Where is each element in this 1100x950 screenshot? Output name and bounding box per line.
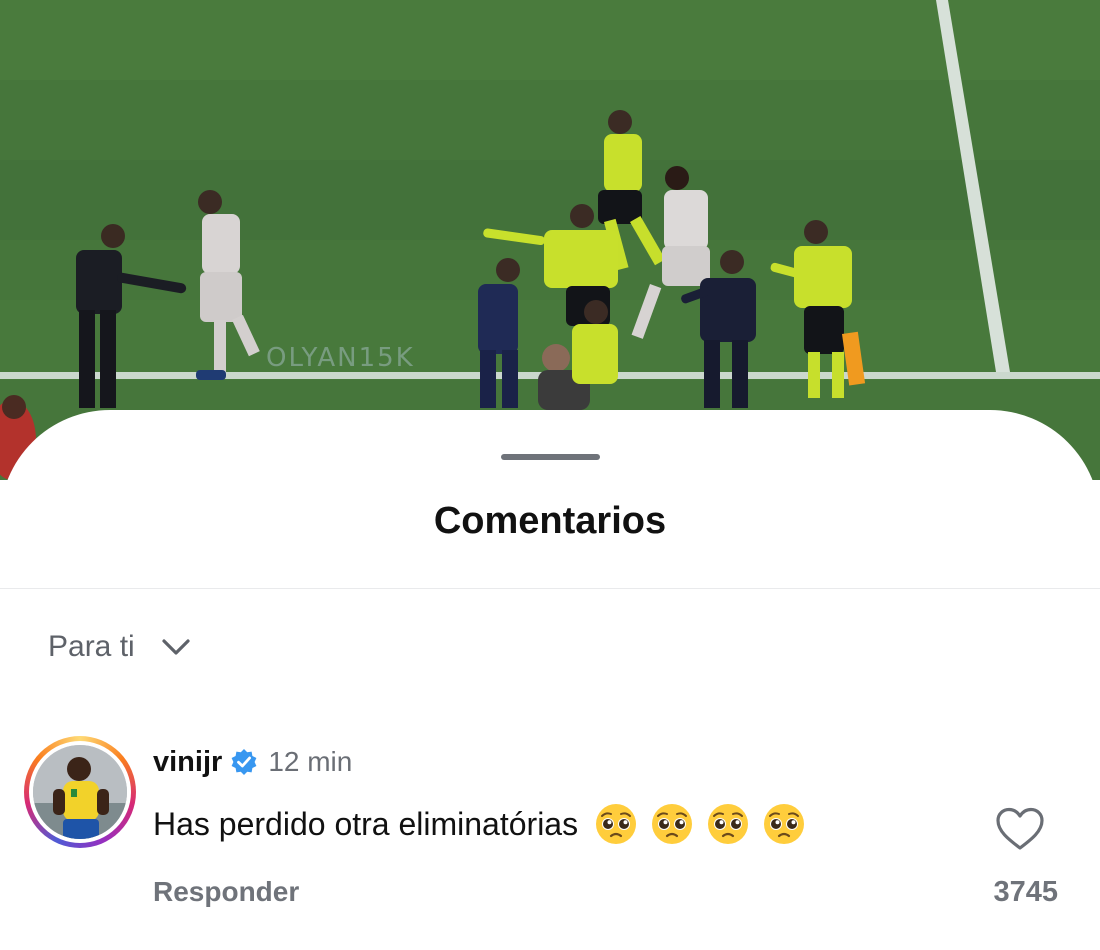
sort-selector[interactable]: Para ti <box>48 630 191 664</box>
reply-button[interactable]: Responder <box>153 876 299 908</box>
comment-text-row: Has perdido otra eliminatórias <box>153 802 818 846</box>
divider <box>0 588 1100 589</box>
avatar[interactable] <box>33 745 127 839</box>
username-link[interactable]: vinijr <box>153 746 222 779</box>
verified-badge-icon <box>231 749 257 775</box>
like-count: 3745 <box>993 876 1058 908</box>
story-ring[interactable] <box>24 736 136 848</box>
pleading-face-emoji-icon <box>596 804 637 844</box>
pleading-face-emoji-icon <box>708 804 749 844</box>
avatar-photo <box>33 745 127 839</box>
comment-timestamp: 12 min <box>268 746 353 777</box>
sheet-title: Comentarios <box>433 500 667 542</box>
comments-sheet: Comentarios Para ti vinijr 12 min Has pe… <box>0 410 1100 950</box>
pleading-face-emoji-icon <box>652 804 693 844</box>
pleading-face-emoji-icon <box>764 804 805 844</box>
soccer-pitch-scene <box>0 0 1100 480</box>
video-watermark: OLYAN15K <box>266 343 415 373</box>
comment-header: vinijr 12 min <box>153 744 352 780</box>
drag-handle[interactable] <box>501 454 600 460</box>
emoji-row <box>594 802 818 846</box>
comment-item: vinijr 12 min Has perdido otra eliminató… <box>0 732 1100 912</box>
sort-label: Para ti <box>48 630 135 663</box>
heart-outline-icon[interactable] <box>994 806 1046 852</box>
chevron-down-icon <box>162 639 190 655</box>
comment-body: Has perdido otra eliminatórias <box>153 805 579 842</box>
video-frame[interactable]: OLYAN15K <box>0 0 1100 480</box>
